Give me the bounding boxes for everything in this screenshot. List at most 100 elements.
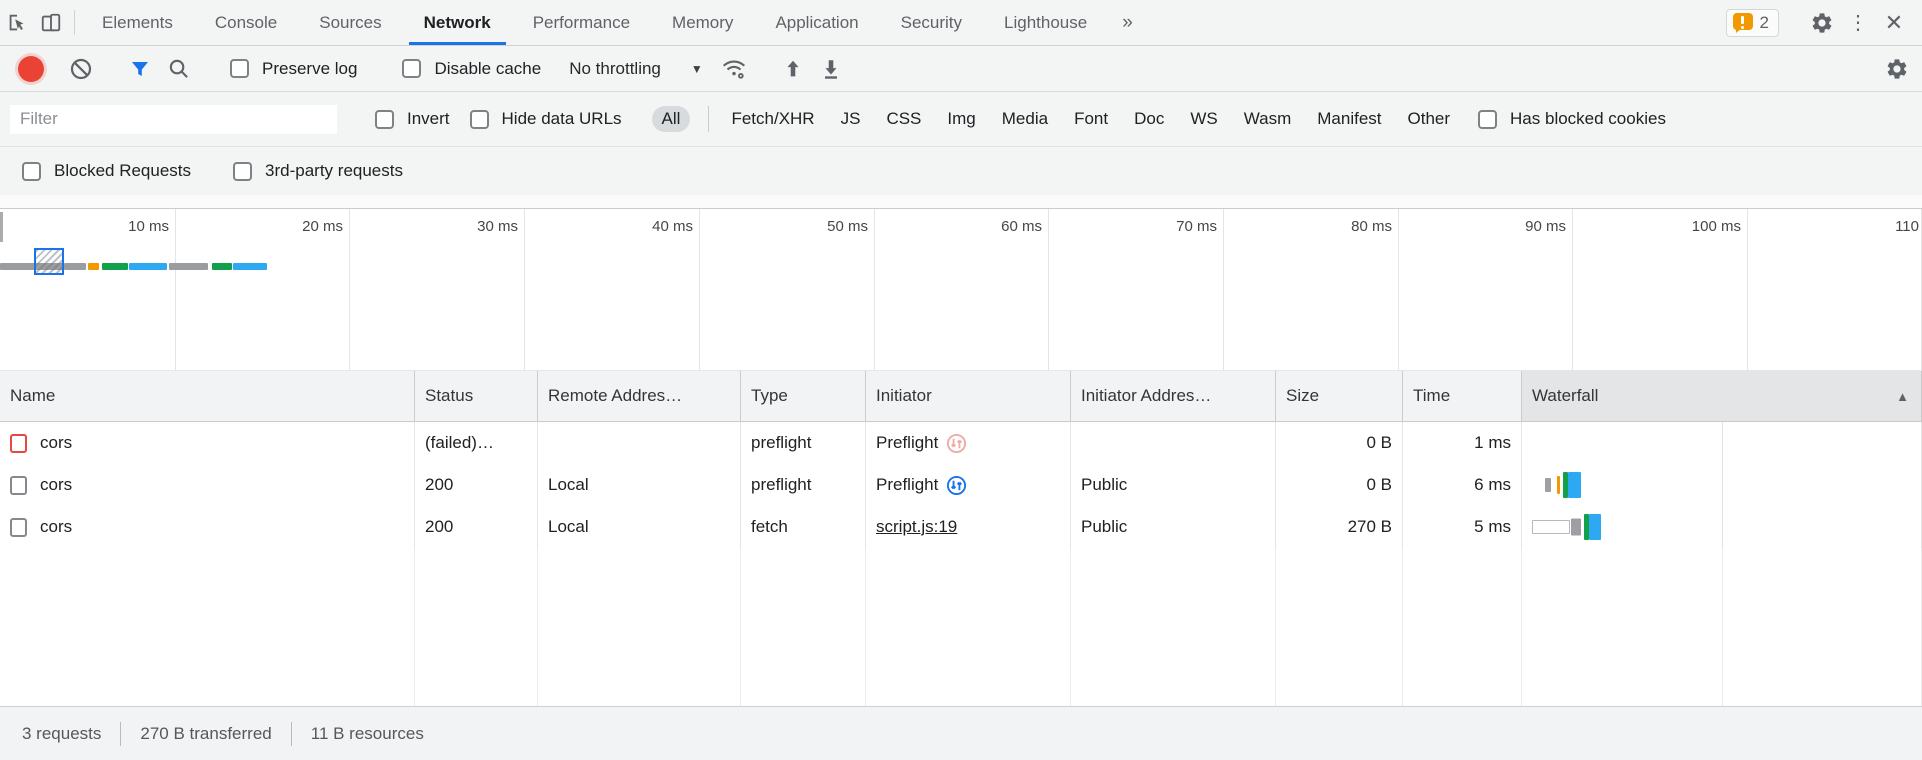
filter-type-img[interactable]: Img [947,109,975,129]
tick-label: 100 ms [1692,218,1747,235]
import-har-icon[interactable] [778,54,808,84]
tab-lighthouse[interactable]: Lighthouse [983,0,1108,45]
filter-type-js[interactable]: JS [841,109,861,129]
disable-cache-checkbox[interactable] [402,59,421,78]
third-party-group: 3rd-party requests [225,161,411,181]
request-row-name[interactable]: cors [0,506,415,548]
request-row-remote-address[interactable]: Local [538,464,741,506]
request-row-time[interactable]: 1 ms [1403,422,1522,464]
disable-cache-label: Disable cache [434,59,541,79]
column-header-time[interactable]: Time [1403,371,1522,422]
tab-security[interactable]: Security [880,0,983,45]
filter-type-font[interactable]: Font [1074,109,1108,129]
request-row-size[interactable]: 270 B [1276,506,1403,548]
filter-type-doc[interactable]: Doc [1134,109,1164,129]
request-row-type[interactable]: preflight [741,422,866,464]
request-row-name[interactable]: cors [0,464,415,506]
network-overview-timeline[interactable]: 10 ms 20 ms 30 ms 40 ms 50 ms 60 ms 70 m… [0,208,1922,371]
filter-type-all[interactable]: All [652,106,691,132]
column-header-size[interactable]: Size [1276,371,1403,422]
devtools-window: Elements Console Sources Network Perform… [0,0,1922,760]
request-row-initiator[interactable]: Preflight [866,422,1071,464]
invert-checkbox[interactable] [375,110,394,129]
request-row-size[interactable]: 0 B [1276,464,1403,506]
tick-label: 70 ms [1176,218,1223,235]
column-header-waterfall[interactable]: Waterfall ▲ [1522,371,1922,422]
column-header-status[interactable]: Status [415,371,538,422]
request-row-remote-address[interactable]: Local [538,506,741,548]
request-row-status[interactable]: (failed)… [415,422,538,464]
request-row-initiator-address[interactable]: Public [1071,506,1276,548]
request-row-time[interactable]: 6 ms [1403,464,1522,506]
network-conditions-icon[interactable] [719,54,749,84]
hide-data-urls-label: Hide data URLs [502,109,622,129]
blocked-requests-checkbox[interactable] [22,162,41,181]
more-tabs-icon[interactable]: » [1108,0,1147,45]
device-toolbar-icon[interactable] [34,0,68,45]
clear-icon[interactable] [66,54,96,84]
tab-network[interactable]: Network [403,0,512,45]
search-icon[interactable] [163,54,193,84]
inspect-element-icon[interactable] [0,0,34,45]
request-row-initiator-address[interactable] [1071,422,1276,464]
request-row-name[interactable]: cors [0,422,415,464]
request-row-type[interactable]: fetch [741,506,866,548]
blocked-requests-label: Blocked Requests [54,161,191,181]
column-header-name[interactable]: Name [0,371,415,422]
tick-label: 60 ms [1001,218,1048,235]
throttling-select[interactable]: No throttling ▼ [557,59,711,79]
transferred-size: 270 B transferred [140,724,271,744]
request-row-initiator[interactable]: Preflight [866,464,1071,506]
network-toolbar: Preserve log Disable cache No throttling… [0,46,1922,92]
filter-type-ws[interactable]: WS [1190,109,1217,129]
filter-input[interactable] [10,105,337,134]
initiator-link[interactable]: script.js:19 [876,517,957,537]
issues-badge[interactable]: 2 [1726,9,1779,37]
tab-elements[interactable]: Elements [81,0,194,45]
hide-data-urls-checkbox[interactable] [470,110,489,129]
issues-count: 2 [1760,13,1769,33]
has-blocked-cookies-checkbox[interactable] [1478,110,1497,129]
request-row-waterfall[interactable] [1522,506,1922,548]
request-row-time[interactable]: 5 ms [1403,506,1522,548]
request-row-remote-address[interactable] [538,422,741,464]
preserve-log-checkbox[interactable] [230,59,249,78]
column-header-initiator-address[interactable]: Initiator Addres… [1071,371,1276,422]
request-row-initiator[interactable]: script.js:19 [866,506,1071,548]
overview-selection-window[interactable] [34,248,64,275]
request-row-size[interactable]: 0 B [1276,422,1403,464]
filter-type-css[interactable]: CSS [886,109,921,129]
request-row-status[interactable]: 200 [415,506,538,548]
filter-bar: Invert Hide data URLs All Fetch/XHR JS C… [0,92,1922,147]
filter-funnel-icon[interactable] [125,54,155,84]
request-row-waterfall[interactable] [1522,464,1922,506]
record-button[interactable] [18,56,44,82]
column-header-initiator[interactable]: Initiator [866,371,1071,422]
third-party-checkbox[interactable] [233,162,252,181]
filter-type-manifest[interactable]: Manifest [1317,109,1381,129]
tick-label: 110 [1895,218,1921,235]
request-row-type[interactable]: preflight [741,464,866,506]
request-row-waterfall[interactable] [1522,422,1922,464]
request-row-status[interactable]: 200 [415,464,538,506]
spacer [0,195,1922,208]
filter-type-other[interactable]: Other [1408,109,1451,129]
tab-application[interactable]: Application [754,0,879,45]
filter-type-wasm[interactable]: Wasm [1244,109,1292,129]
network-settings-gear-icon[interactable] [1882,54,1912,84]
request-row-initiator-address[interactable]: Public [1071,464,1276,506]
filter-type-fetch-xhr[interactable]: Fetch/XHR [731,109,814,129]
tab-memory[interactable]: Memory [651,0,754,45]
filter-type-media[interactable]: Media [1002,109,1048,129]
menu-dots-icon[interactable]: ⋮ [1840,10,1876,35]
preflight-icon[interactable] [946,475,967,496]
preflight-icon [946,433,967,454]
tab-performance[interactable]: Performance [512,0,651,45]
settings-gear-icon[interactable] [1804,11,1840,35]
tab-sources[interactable]: Sources [298,0,402,45]
column-header-type[interactable]: Type [741,371,866,422]
close-icon[interactable]: ✕ [1876,10,1912,36]
tab-console[interactable]: Console [194,0,298,45]
export-har-icon[interactable] [816,54,846,84]
column-header-remote-address[interactable]: Remote Addres… [538,371,741,422]
